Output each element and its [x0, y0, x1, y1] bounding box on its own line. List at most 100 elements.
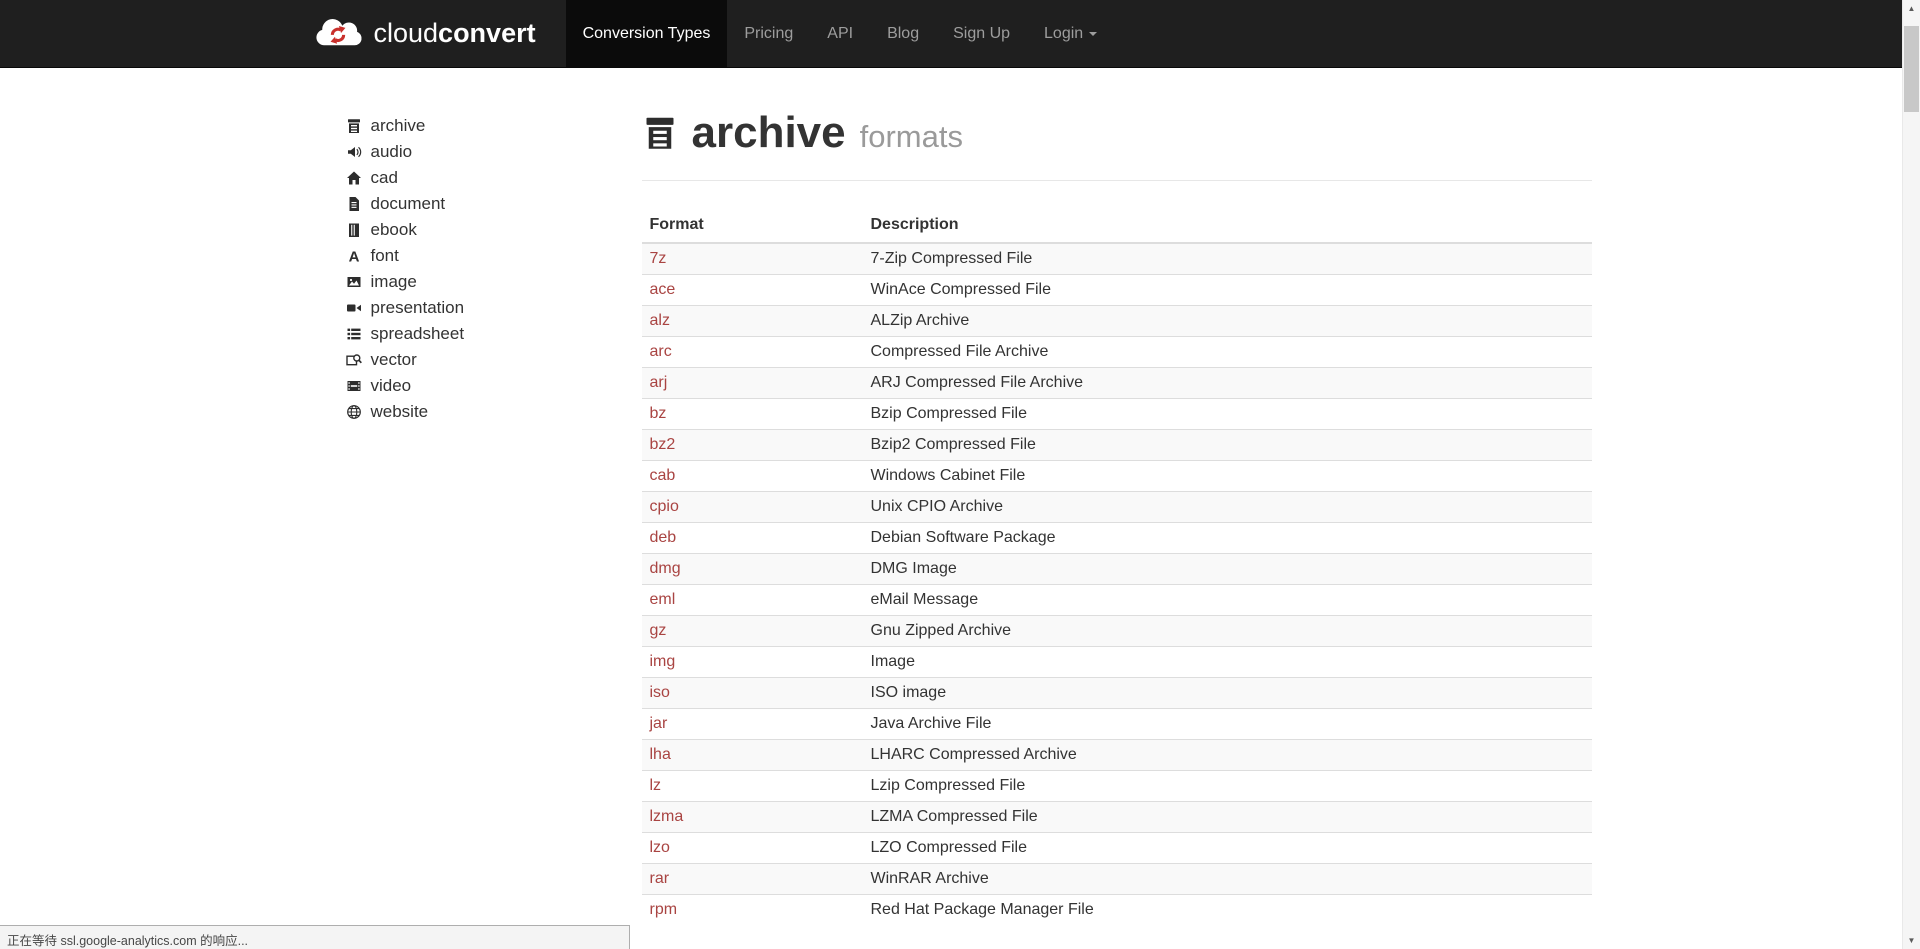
format-link[interactable]: img [650, 653, 676, 670]
format-link[interactable]: ace [650, 281, 676, 298]
description-cell: ISO image [862, 677, 1592, 709]
scrollbar-thumb[interactable] [1904, 26, 1919, 112]
format-link[interactable]: bz [650, 405, 667, 422]
sidebar-item: cad [346, 167, 630, 188]
sidebar-item-presentation[interactable]: presentation [346, 297, 630, 318]
format-link[interactable]: iso [650, 684, 670, 701]
sidebar-item-document[interactable]: document [346, 193, 630, 214]
page-title-subtitle: formats [859, 119, 963, 154]
format-link[interactable]: arc [650, 343, 672, 360]
table-body: 7z 7-Zip Compressed File ace WinAce Comp… [641, 242, 1592, 925]
table-row: rar WinRAR Archive [641, 863, 1592, 895]
sidebar-item-font[interactable]: font [346, 245, 630, 266]
sidebar-item-cad[interactable]: cad [346, 167, 630, 188]
nav-item: Login [1027, 0, 1114, 67]
nav-item: Conversion Types [565, 0, 728, 67]
format-link[interactable]: dmg [650, 560, 681, 577]
formats-table: Format Description 7z 7-Zip Compressed F… [641, 208, 1592, 925]
format-link[interactable]: gz [650, 622, 667, 639]
nav-item: Pricing [727, 0, 810, 67]
video-icon [346, 378, 362, 394]
format-link[interactable]: jar [650, 715, 668, 732]
format-link[interactable]: cpio [650, 498, 679, 515]
main-panel: archive formats Format Description 7z 7-… [641, 68, 1592, 925]
document-icon [346, 196, 362, 212]
sidebar-item-website[interactable]: website [346, 401, 630, 422]
sidebar-item: video [346, 375, 630, 396]
format-link[interactable]: alz [650, 312, 670, 329]
nav-link-sign-up[interactable]: Sign Up [936, 0, 1027, 67]
nav-item: API [810, 0, 870, 67]
caret-down-icon [1089, 31, 1098, 36]
format-cell: 7z [641, 242, 863, 275]
nav-link-conversion-types[interactable]: Conversion Types [565, 0, 728, 67]
brand-text-cloud: cloud [373, 18, 439, 48]
account-nav: Sign Up Login [936, 0, 1114, 67]
sidebar-item: ebook [346, 219, 630, 240]
format-link[interactable]: eml [650, 591, 676, 608]
format-cell: rar [641, 863, 863, 895]
description-cell: LHARC Compressed Archive [862, 739, 1592, 771]
format-link[interactable]: arj [650, 374, 668, 391]
scroll-down-arrow-icon[interactable]: ▼ [1903, 932, 1920, 949]
description-cell: Java Archive File [862, 708, 1592, 740]
format-cell: ace [641, 274, 863, 306]
sidebar-item-audio[interactable]: audio [346, 141, 630, 162]
scroll-up-arrow-icon[interactable]: ▲ [1903, 0, 1920, 17]
table-row: iso ISO image [641, 677, 1592, 709]
sidebar-item: website [346, 401, 630, 422]
sidebar-item-spreadsheet[interactable]: spreadsheet [346, 323, 630, 344]
scrollbar[interactable]: ▲ ▼ [1902, 0, 1920, 949]
sidebar-item-archive[interactable]: archive [346, 115, 630, 136]
image-icon [346, 274, 362, 290]
format-cell: lz [641, 770, 863, 802]
format-link[interactable]: rpm [650, 901, 678, 918]
nav-item: Blog [870, 0, 936, 67]
format-link[interactable]: rar [650, 870, 670, 887]
nav-link-pricing[interactable]: Pricing [727, 0, 810, 67]
description-cell: Lzip Compressed File [862, 770, 1592, 802]
description-cell: Compressed File Archive [862, 336, 1592, 368]
nav-link-blog[interactable]: Blog [870, 0, 936, 67]
description-cell: Image [862, 646, 1592, 678]
brand-text: cloudconvert [374, 18, 536, 49]
format-link[interactable]: bz2 [650, 436, 676, 453]
format-link[interactable]: 7z [650, 250, 667, 267]
format-cell: gz [641, 615, 863, 647]
cad-icon [346, 170, 362, 186]
format-cell: alz [641, 305, 863, 337]
description-cell: Bzip2 Compressed File [862, 429, 1592, 461]
format-cell: bz2 [641, 429, 863, 461]
description-cell: Bzip Compressed File [862, 398, 1592, 430]
nav-link-login[interactable]: Login [1027, 0, 1114, 67]
sidebar: archive audio cad document ebook font im… [312, 68, 642, 925]
table-row: jar Java Archive File [641, 708, 1592, 740]
format-cell: bz [641, 398, 863, 430]
table-row: arc Compressed File Archive [641, 336, 1592, 368]
category-list: archive audio cad document ebook font im… [346, 115, 630, 422]
description-cell: WinAce Compressed File [862, 274, 1592, 306]
nav-link-api[interactable]: API [810, 0, 870, 67]
page-title-text: archive [691, 108, 846, 157]
format-cell: arc [641, 336, 863, 368]
format-link[interactable]: lz [650, 777, 662, 794]
format-link[interactable]: lzo [650, 839, 670, 856]
format-link[interactable]: lha [650, 746, 671, 763]
format-link[interactable]: lzma [650, 808, 684, 825]
vector-icon [346, 352, 362, 368]
sidebar-item: font [346, 245, 630, 266]
format-cell: img [641, 646, 863, 678]
brand-logo-link[interactable]: cloudconvert [312, 0, 566, 67]
format-link[interactable]: cab [650, 467, 676, 484]
format-cell: dmg [641, 553, 863, 585]
sidebar-item-ebook[interactable]: ebook [346, 219, 630, 240]
page: cloudconvert Conversion Types Pricing API B… [0, 0, 1903, 949]
status-text: 正在等待 ssl.google-analytics.com 的响应... [7, 934, 249, 948]
format-link[interactable]: deb [650, 529, 677, 546]
table-row: lz Lzip Compressed File [641, 770, 1592, 802]
sidebar-item-image[interactable]: image [346, 271, 630, 292]
sidebar-item-vector[interactable]: vector [346, 349, 630, 370]
description-cell: eMail Message [862, 584, 1592, 616]
sidebar-item-video[interactable]: video [346, 375, 630, 396]
title-divider [641, 180, 1592, 181]
